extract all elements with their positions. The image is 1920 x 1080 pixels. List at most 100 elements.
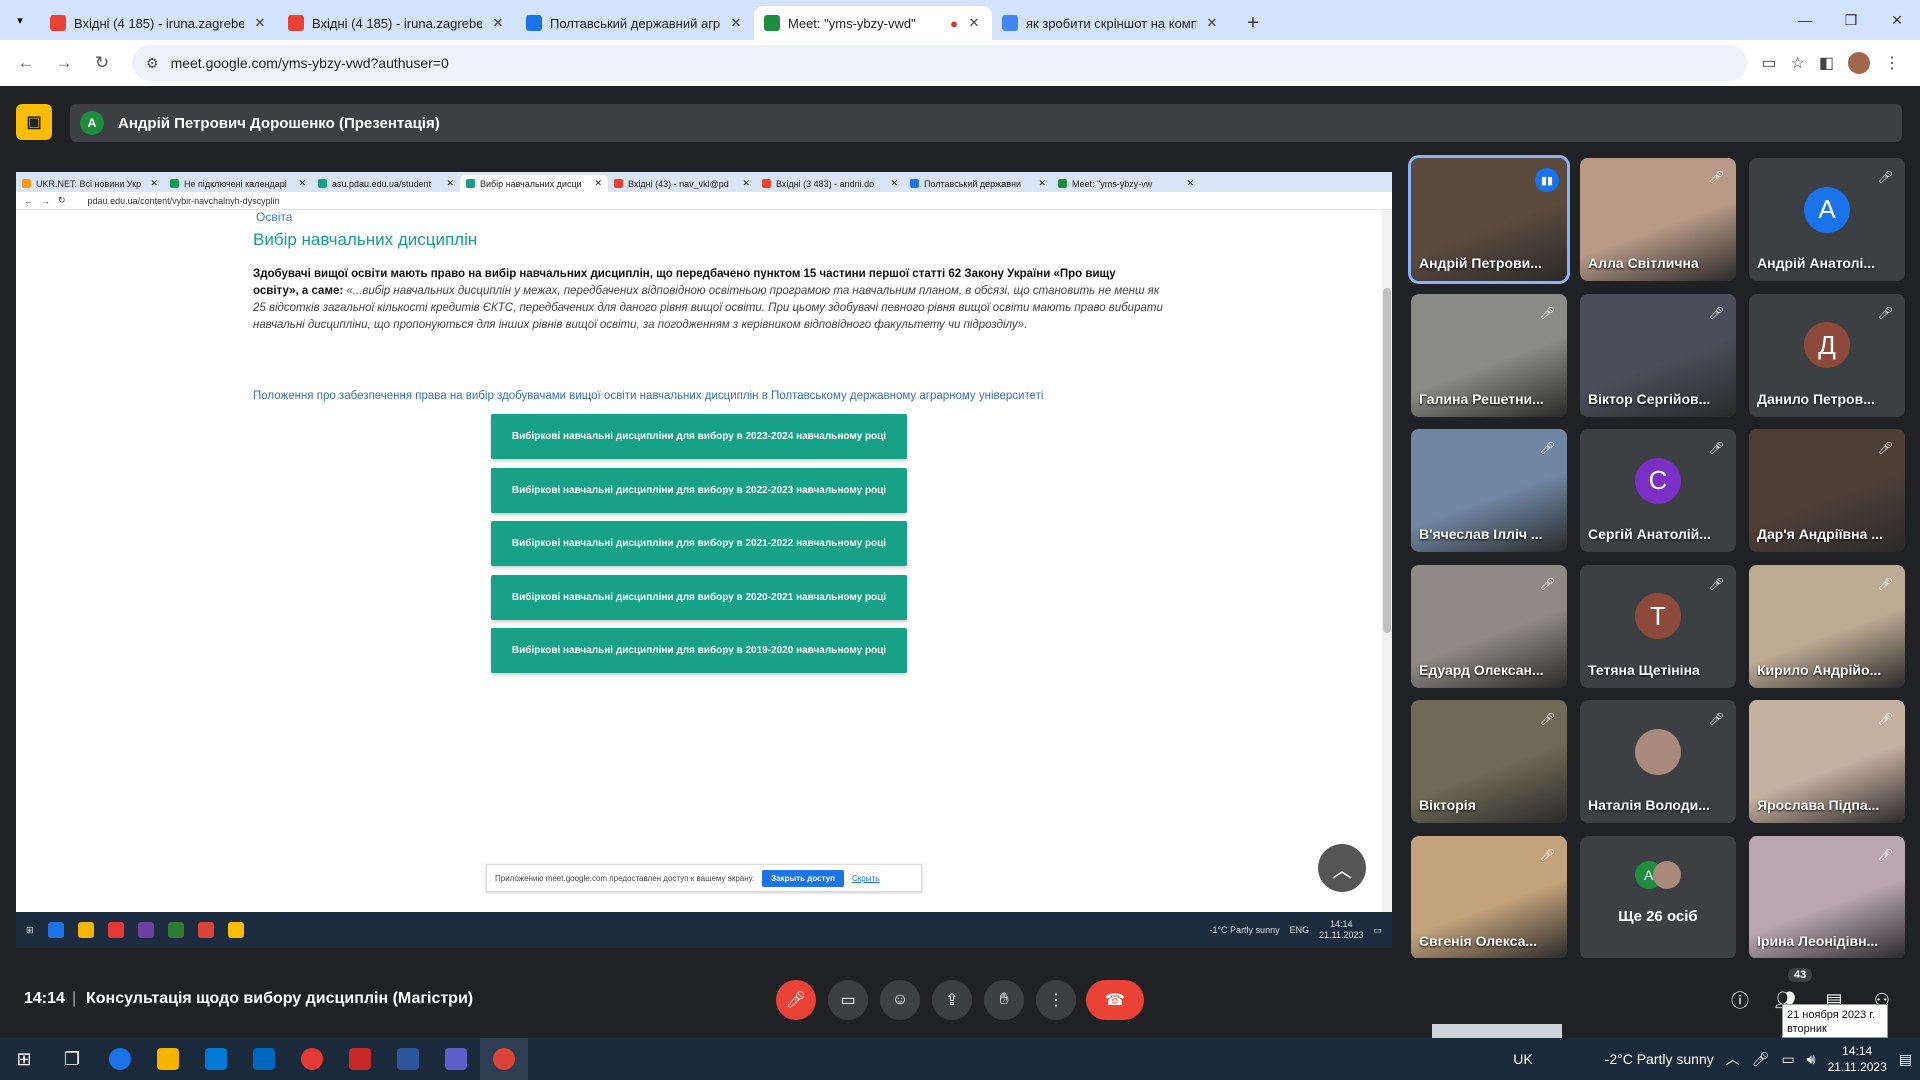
address-bar-row: ← → ↻ ⚙ meet.google.com/yms-ybzy-vwd?aut…	[0, 40, 1920, 86]
participant-tile[interactable]: Ярослава Підпа... 🎤︎	[1749, 700, 1905, 823]
participant-tile[interactable]: Кирило Андрійо... 🎤︎	[1749, 564, 1905, 688]
close-tab-icon[interactable]: ✕	[728, 15, 744, 31]
browser-tab[interactable]: Вхідні (4 185) - iruna.zagrebeln ✕	[278, 6, 516, 40]
restore-icon[interactable]: ❐	[1828, 0, 1874, 40]
participant-tile[interactable]: Дар'я Андріївна ... 🎤︎	[1749, 429, 1905, 552]
camera-button[interactable]: ▭	[828, 980, 868, 1020]
browser-tab[interactable]: Meet: "yms-ybzy-vwd" ● ✕	[754, 6, 992, 40]
reactions-button[interactable]: ☺	[880, 980, 920, 1020]
participant-tile[interactable]: Алла Світлична 🎤︎	[1580, 158, 1736, 281]
participant-tile[interactable]: Ірина Леонідівн... 🎤︎	[1749, 835, 1905, 959]
present-button[interactable]: ⇪	[932, 980, 972, 1020]
participant-tile[interactable]: Андрій Петрови... ▮▮	[1408, 155, 1570, 284]
shared-lang: ENG	[1289, 925, 1310, 935]
participant-tile[interactable]: T Тетяна Щетініна 🎤︎	[1580, 564, 1736, 688]
participant-name: Віктор Сергійов...	[1588, 390, 1711, 407]
notifications-icon[interactable]: ▤	[1899, 1051, 1912, 1068]
participant-tile[interactable]: Віктор Сергійов... 🎤︎	[1580, 293, 1736, 417]
raise-hand-button[interactable]: ✋︎	[984, 980, 1024, 1020]
system-clock[interactable]: 14:14 21.11.2023	[1828, 1043, 1887, 1075]
shared-chrome2-icon	[227, 922, 244, 938]
more-participants-label: Ще 26 осіб	[1618, 907, 1698, 925]
camera-icon[interactable]: ▭	[1761, 53, 1776, 73]
app-red-icon[interactable]	[336, 1038, 384, 1080]
participant-tile[interactable]: Едуард Олексан... 🎤︎	[1411, 564, 1567, 688]
chrome-icon[interactable]	[480, 1038, 528, 1080]
participant-tile[interactable]: Наталія Володи... 🎤︎	[1580, 700, 1736, 823]
shared-forward-icon: →	[41, 195, 50, 206]
share-note-text: Приложению meet.google.com предоставлен …	[495, 873, 755, 883]
participant-initial: T	[1635, 593, 1681, 640]
volume-icon[interactable]: 🔊︎	[1807, 1051, 1816, 1068]
shared-weather: -1°C Partly sunny	[1209, 925, 1280, 935]
mic-off-button[interactable]: 🎤︎	[776, 980, 816, 1020]
participant-tile[interactable]: Вікторія 🎤︎	[1411, 700, 1567, 823]
meet-icon	[764, 15, 780, 31]
participant-tile[interactable]: A Андрій Анатолі... 🎤︎	[1749, 158, 1905, 281]
task-view-icon[interactable]: ❐	[48, 1038, 96, 1080]
close-window-icon[interactable]: ✕	[1874, 0, 1920, 40]
shared-taskbar: ⊞ -1°C Partly sunny ENG 14:14 21.11.2023…	[16, 912, 1392, 948]
muted-mic-icon: 🎤︎	[1708, 170, 1724, 184]
presenter-label: Андрій Петрович Дорошенко (Презентація)	[118, 114, 440, 132]
edge-icon[interactable]	[96, 1038, 144, 1080]
participant-tile[interactable]: Галина Решетни... 🎤︎	[1411, 293, 1567, 417]
muted-mic-icon: 🎤︎	[1539, 576, 1555, 591]
bookmark-star-icon[interactable]: ☆	[1791, 53, 1805, 73]
participant-tile[interactable]: Д Данило Петров... 🎤︎	[1749, 293, 1905, 417]
word-icon[interactable]	[384, 1038, 432, 1080]
participant-tile[interactable]: A Ще 26 осіб	[1580, 835, 1736, 959]
browser-tab[interactable]: Вхідні (4 185) - iruna.zagrebeln ✕	[40, 6, 278, 40]
mail-icon[interactable]	[240, 1038, 288, 1080]
muted-mic-icon: 🎤︎	[1877, 847, 1893, 862]
browser-tab[interactable]: як зробити скріншот на комп ✕	[992, 6, 1230, 40]
opera-icon[interactable]	[288, 1038, 336, 1080]
reload-icon[interactable]: ↻	[86, 47, 118, 79]
back-icon[interactable]: ←	[10, 47, 42, 79]
windows-taskbar: ⊞ ❐ UK -2°C Partly sunny ︿ 🎤︎ ▭ 🔊︎ 14:14…	[0, 1038, 1920, 1080]
start-icon[interactable]: ⊞	[0, 1038, 48, 1080]
tab-search-icon[interactable]: ▾	[0, 0, 40, 40]
minimize-icon[interactable]: —	[1782, 0, 1828, 40]
shared-browser-tab: Вибір навчальних дисци ✕	[460, 175, 608, 192]
close-tab-icon[interactable]: ✕	[1204, 15, 1220, 31]
weather-widget[interactable]: -2°C Partly sunny	[1605, 1051, 1714, 1067]
forward-icon[interactable]: →	[48, 47, 80, 79]
participant-tile[interactable]: C Сергій Анатолій... 🎤︎	[1580, 429, 1736, 552]
close-tab-icon[interactable]: ✕	[490, 15, 506, 31]
window-controls: — ❐ ✕	[1782, 0, 1920, 40]
more-options-button[interactable]: ⋮	[1036, 980, 1076, 1020]
site-info-icon[interactable]: ⚙	[146, 55, 159, 72]
close-tab-icon[interactable]: ✕	[252, 15, 268, 31]
muted-mic-icon: 🎤︎	[1539, 441, 1555, 455]
participant-tile[interactable]: Євгенія Олекса... 🎤︎	[1411, 835, 1567, 959]
new-tab-button[interactable]: +	[1238, 8, 1268, 38]
tray-expand-icon[interactable]: ︿	[1726, 1049, 1740, 1069]
leave-call-button[interactable]: ☎	[1086, 980, 1144, 1020]
side-panel-icon[interactable]: ◧	[1819, 53, 1834, 73]
close-tab-icon[interactable]: ✕	[966, 15, 982, 31]
teams-icon[interactable]	[432, 1038, 480, 1080]
participant-name: Данило Петров...	[1757, 390, 1875, 407]
meeting-info-icon[interactable]: ⓘ	[1724, 984, 1756, 1016]
keyboard-lang[interactable]: UK	[1513, 1051, 1532, 1067]
shared-back-icon: ←	[24, 195, 33, 206]
participant-name: Андрій Анатолі...	[1757, 255, 1876, 271]
participants-count-badge: 43	[1788, 968, 1813, 982]
participant-name: Ірина Леонідівн...	[1757, 932, 1879, 949]
browser-tab[interactable]: Полтавський державний агра ✕	[516, 6, 754, 40]
participant-name: Ярослава Підпа...	[1757, 797, 1880, 813]
stop-presenting-icon[interactable]: ▣	[16, 104, 52, 140]
presenter-avatar: A	[80, 111, 104, 135]
mic-tray-icon[interactable]: 🎤︎	[1752, 1051, 1770, 1068]
file-explorer-icon[interactable]	[144, 1038, 192, 1080]
participant-tile[interactable]: В'ячеслав Ілліч ... 🎤︎	[1411, 429, 1567, 552]
store-icon[interactable]	[192, 1038, 240, 1080]
gmail-icon	[288, 15, 304, 31]
shared-tab-title: UKR.NET: Всі новини Укр	[36, 178, 142, 189]
profile-avatar[interactable]	[1848, 52, 1870, 74]
menu-icon[interactable]: ⋮	[1884, 53, 1900, 73]
shared-tab-icon	[614, 179, 623, 188]
url-field[interactable]: ⚙ meet.google.com/yms-ybzy-vwd?authuser=…	[132, 45, 1748, 81]
network-icon[interactable]: ▭	[1782, 1051, 1795, 1068]
